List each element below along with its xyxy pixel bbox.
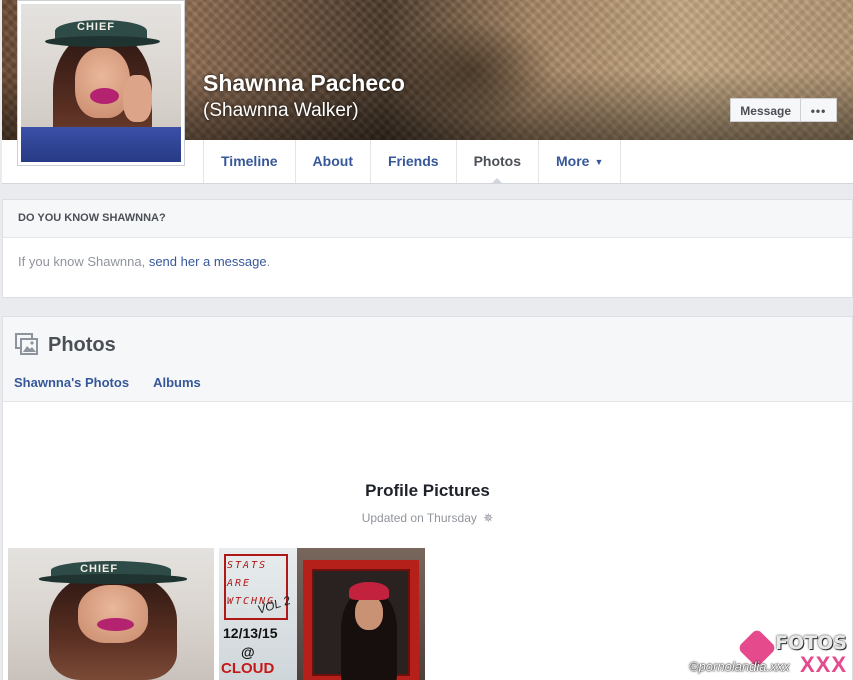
album-updated-text: Updated on Thursday ✵: [3, 511, 852, 525]
photos-subtabs: Shawnna's Photos Albums: [14, 375, 225, 390]
tab-about[interactable]: About: [296, 140, 371, 183]
gear-icon[interactable]: ✵: [483, 511, 493, 525]
watermark-site: ©pornolandia.xxx: [689, 659, 790, 674]
tab-more-label: More: [556, 153, 590, 169]
flyer-date: 12/13/15: [223, 625, 278, 641]
album-title[interactable]: Profile Pictures: [3, 481, 852, 501]
photos-icon: [15, 333, 38, 355]
watermark-brand: FOTOS: [775, 632, 847, 654]
photos-title[interactable]: Photos: [48, 334, 116, 357]
flyer-venue: CLOUD: [221, 660, 275, 677]
tab-friends[interactable]: Friends: [371, 140, 457, 183]
flyer-panel: STATS ARE WTCHNG VOL 2 12/13/15 @ CLOUD: [219, 548, 299, 680]
tab-more[interactable]: More ▼: [539, 140, 622, 183]
profile-picture-image: CHIEF: [21, 4, 181, 162]
do-you-know-prefix: If you know Shawnna,: [18, 254, 149, 269]
photo-thumbnail[interactable]: STATS ARE WTCHNG VOL 2 12/13/15 @ CLOUD: [219, 548, 425, 680]
more-options-button[interactable]: •••: [801, 98, 837, 122]
watermark: FOTOS XXX ©pornolandia.xxx: [689, 628, 849, 678]
do-you-know-heading: DO YOU KNOW SHAWNNA?: [3, 200, 852, 238]
flyer-word: ARE: [227, 578, 252, 589]
photo-thumbnail[interactable]: CHIEF: [8, 548, 214, 680]
watermark-xxx: XXX: [799, 652, 847, 677]
message-button[interactable]: Message: [730, 98, 801, 122]
flyer-word: STATS: [227, 560, 268, 571]
tab-albums[interactable]: Albums: [153, 375, 201, 390]
cap-text: CHIEF: [80, 562, 119, 575]
flyer-at: @: [241, 644, 255, 660]
tab-timeline[interactable]: Timeline: [204, 140, 296, 183]
cover-actions: Message •••: [730, 98, 837, 122]
profile-picture[interactable]: CHIEF: [17, 0, 185, 166]
profile-name-block: Shawnna Pacheco (Shawnna Walker): [203, 68, 405, 124]
cap-text: CHIEF: [77, 21, 115, 34]
portrait-image: CHIEF: [8, 548, 214, 680]
do-you-know-text: If you know Shawnna, send her a message.: [3, 238, 852, 269]
tab-user-photos[interactable]: Shawnna's Photos: [14, 375, 129, 390]
caret-down-icon: ▼: [594, 157, 604, 167]
do-you-know-suffix: .: [266, 254, 271, 269]
profile-tabs: Timeline About Friends Photos More ▼: [203, 140, 622, 184]
album-updated-label: Updated on Thursday: [361, 511, 477, 525]
portrait-image: CHIEF: [21, 4, 181, 162]
profile-name[interactable]: Shawnna Pacheco: [203, 68, 405, 98]
send-message-link[interactable]: send her a message: [149, 254, 267, 269]
photos-header: Photos Shawnna's Photos Albums: [3, 317, 852, 402]
do-you-know-box: DO YOU KNOW SHAWNNA? If you know Shawnna…: [2, 199, 853, 298]
profile-alternate-name: (Shawnna Walker): [203, 100, 359, 121]
tab-photos[interactable]: Photos: [457, 140, 540, 184]
